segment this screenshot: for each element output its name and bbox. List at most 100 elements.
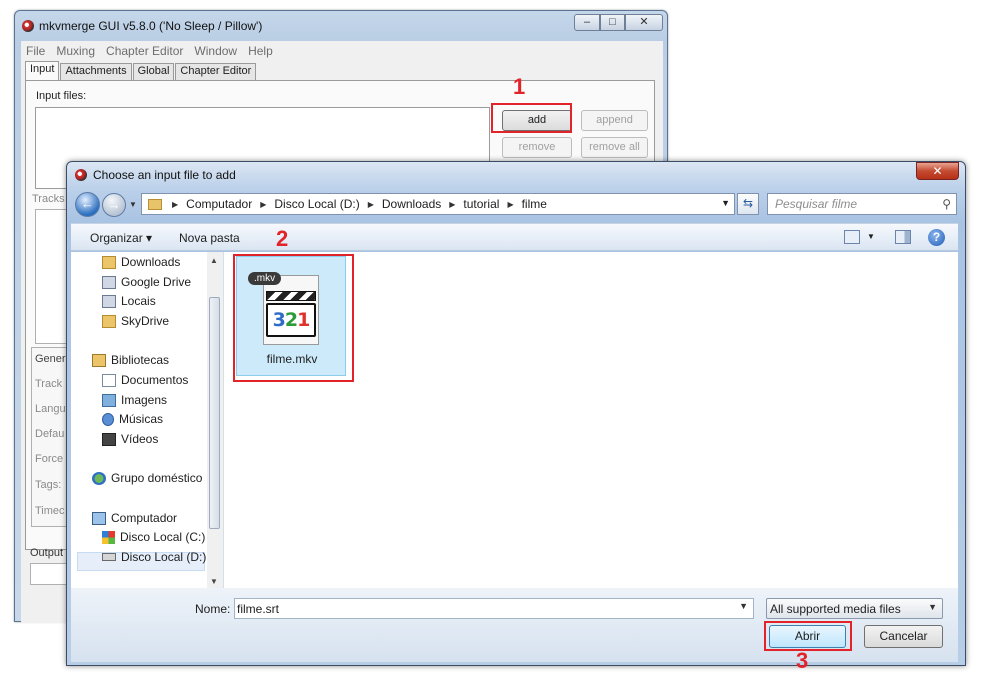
open-button-highlight bbox=[764, 621, 852, 651]
tab-input[interactable]: Input bbox=[25, 61, 60, 80]
nav-item-label: Imagens bbox=[121, 393, 168, 407]
tab-attachments[interactable]: Attachments bbox=[60, 63, 132, 80]
file-name-value: filme.srt bbox=[237, 602, 279, 616]
navigation-pane: Downloads Google Drive Locais SkyDrive B… bbox=[71, 252, 224, 588]
dialog-close-button[interactable]: ✕ bbox=[916, 162, 959, 180]
file-name-dropdown-icon[interactable]: ▼ bbox=[739, 601, 748, 611]
search-placeholder: Pesquisar filme bbox=[775, 197, 858, 211]
add-button-highlight bbox=[491, 103, 572, 133]
tracks-label: Tracks bbox=[32, 193, 65, 205]
nav-item-label: Google Drive bbox=[121, 275, 192, 289]
menu-window[interactable]: Window bbox=[194, 44, 237, 58]
tags-label: Tags: bbox=[35, 479, 62, 491]
dialog-toolbar: Organizar ▾ Nova pasta ▼ ? bbox=[71, 223, 958, 251]
filter-dropdown-icon[interactable]: ▼ bbox=[928, 602, 937, 612]
file-type-filter[interactable]: All supported media files ▼ bbox=[766, 598, 943, 619]
general-tab-label[interactable]: Gener bbox=[35, 353, 66, 365]
breadcrumb-separator-icon[interactable]: ▶ bbox=[507, 200, 513, 209]
organize-button[interactable]: Organizar ▾ bbox=[90, 231, 152, 245]
nav-item-skydrive[interactable]: SkyDrive bbox=[102, 314, 169, 328]
tab-global[interactable]: Global bbox=[132, 63, 175, 80]
back-arrow-icon[interactable]: ← bbox=[75, 192, 100, 217]
file-type-value: All supported media files bbox=[770, 602, 901, 616]
track-name-label: Track bbox=[35, 378, 63, 390]
preview-pane-icon[interactable] bbox=[895, 230, 911, 244]
cancel-button[interactable]: Cancelar bbox=[864, 625, 943, 648]
menu-help[interactable]: Help bbox=[248, 44, 273, 58]
search-input[interactable]: Pesquisar filme ⚲ bbox=[767, 193, 957, 215]
menu-bar: File Muxing Chapter Editor Window Help bbox=[21, 41, 663, 60]
nav-item-computador[interactable]: Computador bbox=[92, 511, 177, 525]
breadcrumb-separator-icon[interactable]: ▶ bbox=[172, 200, 178, 209]
forced-track-label: Force bbox=[35, 453, 64, 465]
nav-item-bibliotecas[interactable]: Bibliotecas bbox=[92, 353, 169, 367]
remove-button[interactable]: remove bbox=[502, 137, 572, 158]
maximize-button[interactable]: □ bbox=[600, 14, 625, 31]
close-button[interactable]: ✕ bbox=[625, 14, 663, 31]
remove-all-button[interactable]: remove all bbox=[581, 137, 648, 158]
breadcrumb-separator-icon[interactable]: ▶ bbox=[260, 200, 266, 209]
address-dropdown-icon[interactable]: ▼ bbox=[721, 198, 730, 208]
nav-item-disco-d[interactable]: Disco Local (D:) bbox=[102, 550, 206, 564]
forward-arrow-icon[interactable]: → bbox=[102, 193, 126, 217]
tab-chapter-editor[interactable]: Chapter Editor bbox=[175, 63, 257, 80]
menu-chapter-editor[interactable]: Chapter Editor bbox=[106, 44, 183, 58]
nav-item-grupo-domestico[interactable]: Grupo doméstico bbox=[92, 471, 202, 485]
scrollbar-thumb[interactable] bbox=[209, 297, 220, 529]
scroll-up-arrow-icon[interactable]: ▲ bbox=[210, 256, 218, 265]
step-1-annotation: 1 bbox=[513, 74, 526, 99]
music-icon bbox=[102, 412, 114, 426]
scroll-down-arrow-icon[interactable]: ▼ bbox=[210, 577, 218, 586]
breadcrumb-filme[interactable]: filme bbox=[522, 197, 547, 211]
default-track-label: Defau bbox=[35, 428, 65, 440]
nav-item-imagens[interactable]: Imagens bbox=[102, 393, 167, 407]
nav-item-locais[interactable]: Locais bbox=[102, 294, 156, 308]
new-folder-button[interactable]: Nova pasta bbox=[179, 231, 240, 245]
drive-icon bbox=[102, 294, 116, 308]
drive-icon bbox=[102, 275, 116, 289]
hard-drive-icon bbox=[102, 553, 116, 561]
breadcrumb-downloads[interactable]: Downloads bbox=[382, 197, 441, 211]
library-icon bbox=[92, 353, 106, 367]
videos-icon bbox=[102, 432, 116, 446]
open-file-dialog: Choose an input file to add ✕ ← → ▼ ▶ Co… bbox=[66, 161, 966, 666]
file-name-input[interactable]: filme.srt ▼ bbox=[234, 598, 754, 619]
nav-item-label: Locais bbox=[121, 294, 156, 308]
output-label: Output bbox=[30, 547, 64, 559]
breadcrumb-tutorial[interactable]: tutorial bbox=[463, 197, 499, 211]
tracks-list[interactable] bbox=[35, 209, 70, 344]
breadcrumb-separator-icon[interactable]: ▶ bbox=[368, 200, 374, 209]
breadcrumb-separator-icon[interactable]: ▶ bbox=[449, 200, 455, 209]
menu-file[interactable]: File bbox=[26, 44, 45, 58]
nav-item-disco-c[interactable]: Disco Local (C:) bbox=[102, 530, 205, 544]
change-view-icon[interactable] bbox=[844, 230, 860, 244]
nav-item-label: Bibliotecas bbox=[111, 353, 170, 367]
minimize-button[interactable]: – bbox=[574, 14, 600, 31]
tab-strip: Input Attachments Global Chapter Editor bbox=[25, 61, 257, 80]
nav-item-documentos[interactable]: Documentos bbox=[102, 373, 188, 387]
menu-muxing[interactable]: Muxing bbox=[56, 44, 95, 58]
breadcrumb-computador[interactable]: Computador bbox=[186, 197, 252, 211]
step-3-annotation: 3 bbox=[796, 648, 809, 673]
nav-item-label: Computador bbox=[111, 511, 178, 525]
address-bar[interactable]: ▶ Computador ▶ Disco Local (D:) ▶ Downlo… bbox=[141, 193, 735, 215]
nav-item-google-drive[interactable]: Google Drive bbox=[102, 275, 191, 289]
nav-item-videos[interactable]: Vídeos bbox=[102, 432, 158, 446]
nav-pane-scrollbar[interactable]: ▲ ▼ bbox=[207, 252, 223, 588]
append-button[interactable]: append bbox=[581, 110, 648, 131]
nav-item-label: SkyDrive bbox=[121, 314, 170, 328]
file-name-label: Nome: bbox=[195, 602, 231, 616]
nav-item-musicas[interactable]: Músicas bbox=[102, 412, 163, 426]
refresh-icon[interactable]: ⇆ bbox=[737, 193, 759, 215]
view-options-chevron-icon[interactable]: ▼ bbox=[867, 232, 875, 241]
main-titlebar[interactable]: mkvmerge GUI v5.8.0 ('No Sleep / Pillow'… bbox=[15, 11, 667, 39]
nav-item-downloads[interactable]: Downloads bbox=[102, 255, 180, 269]
nav-item-label: Documentos bbox=[121, 373, 189, 387]
help-icon[interactable]: ? bbox=[928, 229, 945, 246]
breadcrumb-disco-d[interactable]: Disco Local (D:) bbox=[274, 197, 359, 211]
main-window-title: mkvmerge GUI v5.8.0 ('No Sleep / Pillow'… bbox=[39, 19, 263, 33]
nav-item-label: Disco Local (C:) bbox=[120, 530, 206, 544]
recent-locations-chevron-icon[interactable]: ▼ bbox=[129, 200, 137, 209]
mkvmerge-dialog-icon bbox=[75, 169, 87, 181]
step-2-annotation: 2 bbox=[276, 226, 289, 251]
